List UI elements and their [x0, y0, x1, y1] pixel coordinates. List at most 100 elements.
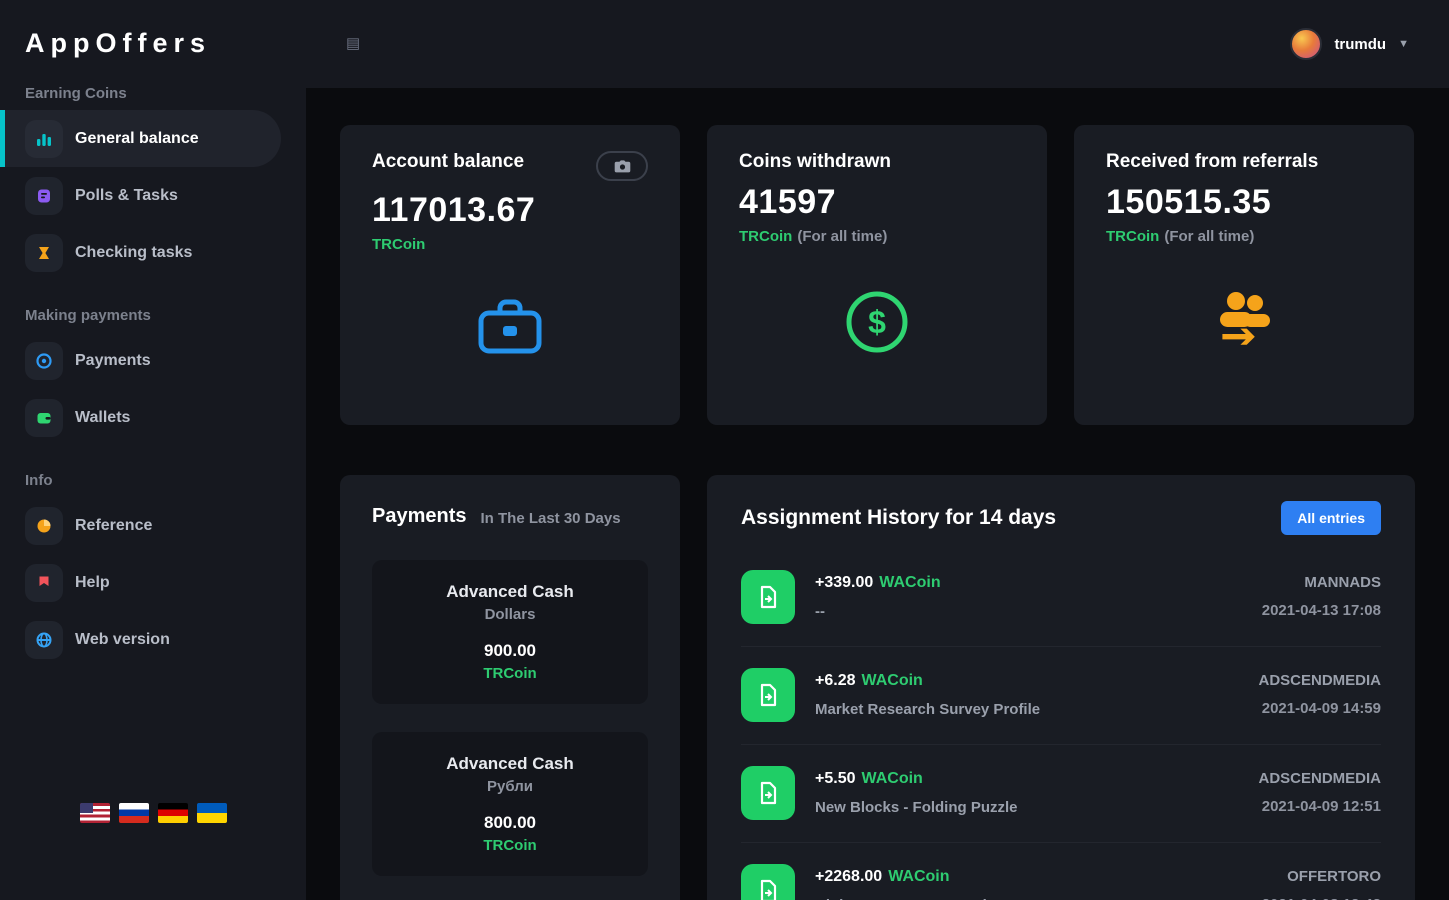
sidebar-item-label: General balance [75, 129, 199, 147]
avatar[interactable] [1290, 28, 1323, 60]
stat-value: 41597 [739, 183, 837, 221]
history-row[interactable]: +339.00 WACoin -- MANNADS 2021-04-13 17:0… [741, 549, 1381, 647]
history-desc: New Blocks - Folding Puzzle [815, 799, 1018, 817]
sidebar-item-label: Checking tasks [75, 243, 193, 261]
hourglass-icon [25, 233, 63, 272]
history-coin: WACoin [861, 769, 923, 787]
hamburger-menu-icon[interactable]: ▤ [346, 36, 360, 51]
flag-de[interactable] [157, 803, 188, 823]
payment-amount: 900.00 [484, 641, 536, 660]
coin-label: TRCoin [739, 228, 793, 245]
history-date: 2021-04-09 12:51 [1261, 798, 1381, 816]
coin-note: (For all time) [797, 228, 888, 245]
referrals-icon [1220, 292, 1270, 345]
assignment-history-card: Assignment History for 14 days All entri… [707, 475, 1415, 900]
payment-coin: TRCoin [483, 837, 537, 854]
history-source: MANNADS [1304, 573, 1381, 591]
history-source: OFFERTORO [1287, 867, 1381, 885]
app-logo: AppOffers [25, 28, 212, 58]
coin-label: TRCoin [372, 236, 426, 253]
sidebar-item-wallets[interactable]: Wallets [0, 389, 281, 446]
globe-icon [25, 620, 63, 659]
history-row[interactable]: +2268.00 WACoin Club Vegas 2021 New Slots… [741, 843, 1381, 900]
stat-title: Account balance [372, 151, 525, 172]
payment-currency: Dollars [484, 606, 536, 623]
history-row[interactable]: +5.50 WACoin New Blocks - Folding Puzzle … [741, 745, 1381, 843]
chevron-down-icon: ▼ [1398, 38, 1409, 50]
disc-icon [25, 341, 63, 380]
history-desc: -- [815, 603, 825, 621]
sidebar-item-payments[interactable]: Payments [0, 332, 281, 389]
history-source: ADSCENDMEDIA [1258, 671, 1381, 689]
history-source: ADSCENDMEDIA [1258, 769, 1381, 787]
polls-icon [25, 176, 63, 215]
sidebar-item-label: Reference [75, 516, 153, 534]
bar-chart-icon [25, 119, 63, 158]
history-date: 2021-04-13 17:08 [1261, 602, 1381, 620]
history-coin: WACoin [861, 671, 923, 689]
sidebar-item-general-balance[interactable]: General balance [0, 110, 281, 167]
sidebar-section-info: Info [25, 472, 53, 489]
sidebar-item-checking-tasks[interactable]: Checking tasks [0, 224, 281, 281]
language-switcher [0, 803, 306, 823]
sidebar-item-label: Help [75, 573, 110, 591]
history-date: 2021-04-09 14:59 [1261, 700, 1381, 718]
coin-label: TRCoin [1106, 228, 1160, 245]
stats-row: Account balance 117013.67 TRCoin Coins w… [340, 125, 1415, 425]
task-icon [741, 864, 795, 900]
payment-coin: TRCoin [483, 665, 537, 682]
stat-value: 150515.35 [1106, 183, 1272, 221]
payments-subtitle: In The Last 30 Days [480, 510, 621, 527]
sidebar-section-payments: Making payments [25, 307, 151, 324]
payment-entry: Advanced Cash Рубли 800.00 TRCoin [372, 732, 648, 876]
payment-method: Advanced Cash [446, 582, 574, 601]
history-amount: +5.50 [815, 769, 856, 787]
stat-title: Received from referrals [1106, 151, 1319, 172]
payment-currency: Рубли [487, 778, 533, 795]
payments-title: Payments [372, 505, 467, 527]
sidebar-item-reference[interactable]: Reference [0, 497, 281, 554]
history-amount: +339.00 [815, 574, 874, 591]
sidebar-item-web-version[interactable]: Web version [0, 611, 281, 668]
user-menu[interactable]: trumdu ▼ [1290, 28, 1409, 60]
sidebar-item-label: Polls & Tasks [75, 186, 178, 204]
sidebar-item-label: Wallets [75, 408, 131, 426]
task-icon [741, 668, 795, 723]
app-shell: ▤ trumdu ▼ AppOffers Earning Coins Gener… [0, 0, 1449, 900]
sidebar: AppOffers Earning Coins General balance … [0, 0, 306, 900]
history-coin: WACoin [888, 867, 950, 885]
stat-card-referrals: Received from referrals 150515.35 TRCoin… [1074, 125, 1414, 425]
briefcase-icon [478, 299, 542, 354]
all-entries-button[interactable]: All entries [1281, 501, 1381, 535]
task-icon [741, 570, 795, 625]
pie-icon [25, 506, 63, 545]
stat-value: 117013.67 [372, 191, 536, 229]
flag-ua[interactable] [196, 803, 227, 823]
history-title: Assignment History for 14 days [741, 506, 1057, 529]
payment-method: Advanced Cash [446, 754, 574, 773]
lower-row: Payments In The Last 30 Days Advanced Ca… [340, 475, 1415, 900]
main-content: Account balance 117013.67 TRCoin Coins w… [306, 88, 1449, 900]
stat-title: Coins withdrawn [739, 151, 891, 172]
sidebar-section-earning: Earning Coins [25, 85, 127, 102]
task-icon [741, 766, 795, 821]
history-coin: WACoin [879, 574, 941, 591]
username: trumdu [1334, 35, 1387, 53]
payments-card: Payments In The Last 30 Days Advanced Ca… [340, 475, 680, 900]
sidebar-item-label: Payments [75, 351, 151, 369]
payment-amount: 800.00 [484, 813, 536, 832]
svg-text:$: $ [868, 304, 886, 340]
stat-card-account-balance: Account balance 117013.67 TRCoin [340, 125, 680, 425]
screenshot-button[interactable] [596, 151, 648, 181]
history-row[interactable]: +6.28 WACoin Market Research Survey Profi… [741, 647, 1381, 745]
wallet-icon [25, 398, 63, 437]
flag-ru[interactable] [118, 803, 149, 823]
dollar-circle-icon: $ [846, 291, 908, 353]
sidebar-item-polls-tasks[interactable]: Polls & Tasks [0, 167, 281, 224]
sidebar-item-help[interactable]: Help [0, 554, 281, 611]
history-desc: Market Research Survey Profile [815, 701, 1041, 719]
flag-us[interactable] [79, 803, 110, 823]
camera-icon [614, 159, 630, 172]
sidebar-item-label: Web version [75, 630, 170, 648]
history-amount: +6.28 [815, 671, 856, 689]
